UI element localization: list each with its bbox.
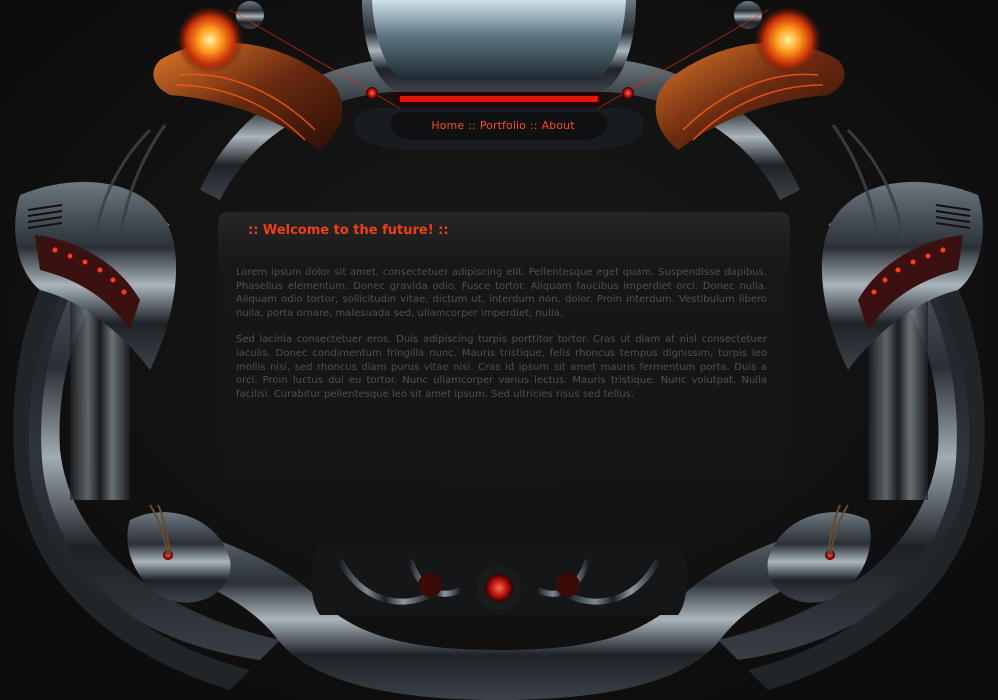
nav-link-about[interactable]: About <box>542 119 575 132</box>
nav-separator: :: <box>468 118 476 132</box>
main-nav: Home :: Portfolio :: About <box>418 114 588 136</box>
nav-link-home[interactable]: Home <box>431 119 464 132</box>
content-panel: :: Welcome to the future! :: Lorem ipsum… <box>218 212 790 482</box>
content-title: :: Welcome to the future! :: <box>248 223 449 238</box>
panel-divider <box>218 250 790 262</box>
content-panel-header: :: Welcome to the future! :: <box>218 212 790 250</box>
content-paragraph: Sed lacinia consectetuer eros. Duis adip… <box>236 334 767 400</box>
content-body: Lorem ipsum dolor sit amet, consectetuer… <box>236 266 767 414</box>
nav-separator: :: <box>530 118 538 132</box>
content-paragraph: Lorem ipsum dolor sit amet, consectetuer… <box>236 267 767 319</box>
page: Home :: Portfolio :: About :: Welcome to… <box>0 0 998 700</box>
nav-link-portfolio[interactable]: Portfolio <box>480 119 526 132</box>
